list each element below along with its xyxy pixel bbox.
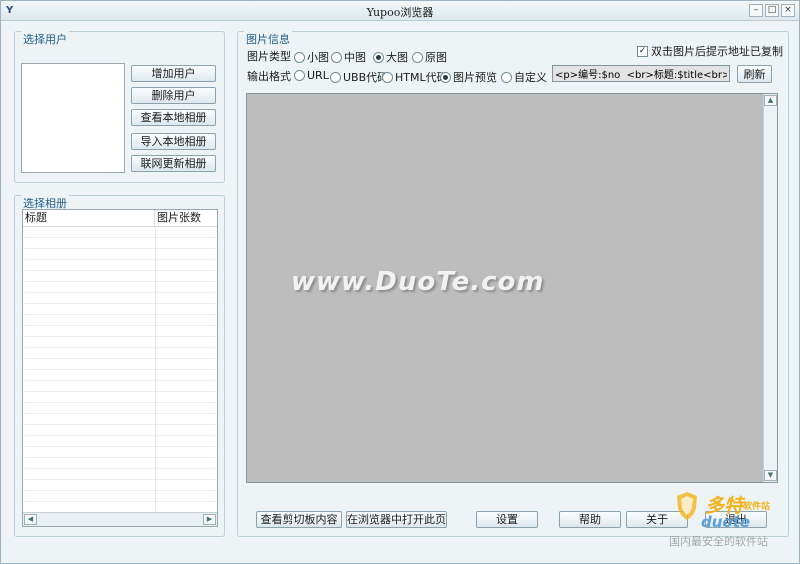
custom-template-input[interactable] [552, 65, 730, 82]
open-in-browser-button[interactable]: 在浏览器中打开此页 [346, 511, 447, 528]
column-header-count[interactable]: 图片张数 [155, 210, 217, 226]
album-table[interactable]: 标题 图片张数 ◀ ▶ [22, 209, 218, 527]
duote-shield-icon [677, 492, 697, 520]
scroll-down-icon[interactable]: ▼ [764, 470, 777, 481]
window-title: Yupoo浏览器 [366, 6, 434, 19]
format-radio-preview[interactable]: 图片预览 [440, 69, 497, 85]
settings-button[interactable]: 设置 [476, 511, 538, 528]
view-local-album-button[interactable]: 查看本地相册 [131, 109, 216, 126]
scroll-left-icon[interactable]: ◀ [24, 514, 37, 525]
album-horizontal-scrollbar[interactable]: ◀ ▶ [23, 512, 217, 526]
refresh-button[interactable]: 刷新 [737, 65, 772, 83]
help-button[interactable]: 帮助 [559, 511, 621, 528]
minimize-icon[interactable]: – [749, 4, 763, 17]
logo-brand-sub: 软件站 [743, 502, 771, 512]
app-window: Y Yupoo浏览器 – □ × 选择用户 增加用户 删除用户 查看本地相册 导… [0, 0, 800, 564]
type-radio-large[interactable]: 大图 [373, 49, 408, 65]
close-icon[interactable]: × [781, 4, 795, 17]
user-list[interactable] [21, 63, 125, 173]
add-user-button[interactable]: 增加用户 [131, 65, 216, 82]
image-info-legend: 图片信息 [244, 31, 292, 47]
logo-slogan: 国内最安全的软件站 [669, 535, 768, 548]
album-rows[interactable] [23, 227, 217, 511]
format-radio-url[interactable]: URL [294, 69, 329, 82]
user-group-legend: 选择用户 [21, 31, 69, 47]
scroll-right-icon[interactable]: ▶ [203, 514, 216, 525]
format-radio-custom[interactable]: 自定义 [501, 69, 547, 85]
online-update-album-button[interactable]: 联网更新相册 [131, 155, 216, 172]
preview-vertical-scrollbar[interactable]: ▲ ▼ [763, 94, 777, 482]
type-radio-medium[interactable]: 中图 [331, 49, 366, 65]
format-radio-html[interactable]: HTML代码 [382, 69, 448, 85]
title-bar[interactable]: Y Yupoo浏览器 – □ × [1, 1, 799, 21]
window-controls: – □ × [749, 4, 795, 17]
scroll-up-icon[interactable]: ▲ [764, 95, 777, 106]
type-radio-original[interactable]: 原图 [412, 49, 447, 65]
view-clipboard-button[interactable]: 查看剪切板内容 [256, 511, 342, 528]
copy-notice-checkbox[interactable]: ✓ 双击图片后提示地址已复制 [637, 43, 783, 59]
logo-brand-latin: duote [701, 513, 751, 531]
type-radio-small[interactable]: 小图 [294, 49, 329, 65]
column-header-title[interactable]: 标题 [23, 210, 155, 226]
image-type-label: 图片类型 [247, 50, 291, 63]
import-local-album-button[interactable]: 导入本地相册 [131, 133, 216, 150]
album-table-header: 标题 图片张数 [23, 210, 217, 227]
delete-user-button[interactable]: 删除用户 [131, 87, 216, 104]
watermark-text: www.DuoTe.com [291, 267, 545, 297]
checkbox-check-icon: ✓ [637, 45, 648, 57]
output-format-label: 输出格式 [247, 70, 291, 83]
maximize-icon[interactable]: □ [765, 4, 779, 17]
format-radio-ubb[interactable]: UBB代码 [330, 69, 388, 85]
